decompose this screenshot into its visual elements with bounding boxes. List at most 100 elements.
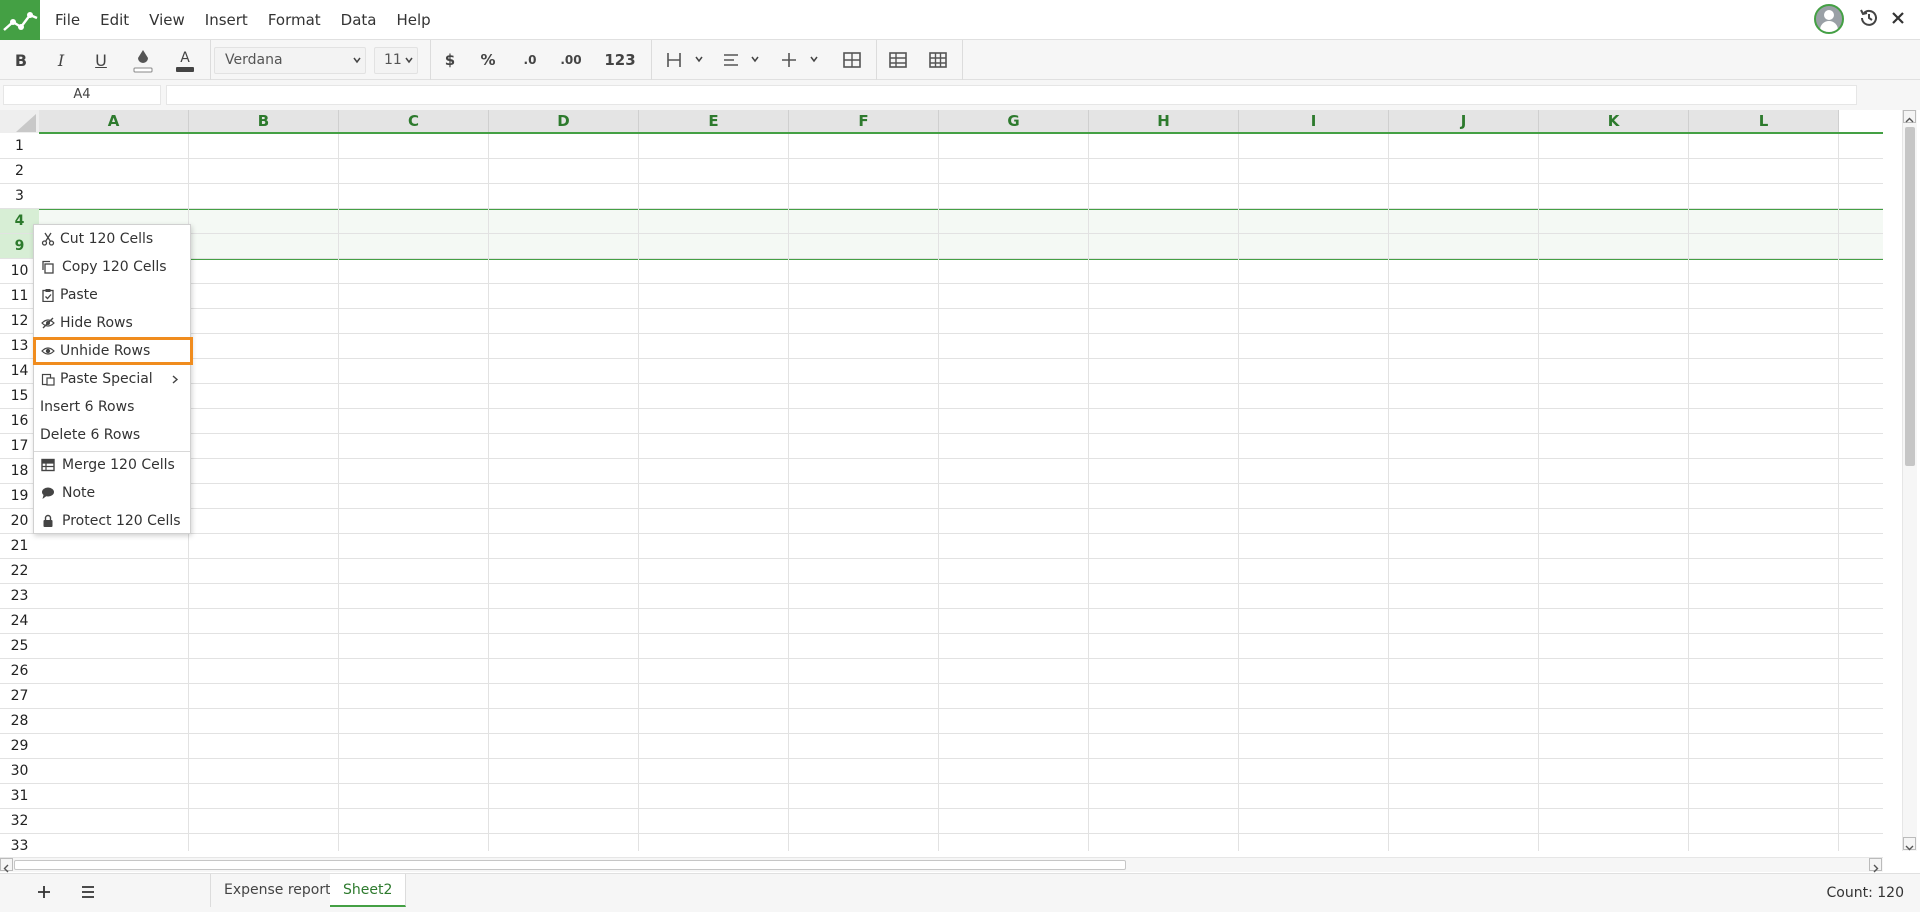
column-header[interactable]: J [1389, 110, 1539, 133]
menu-edit[interactable]: Edit [90, 0, 139, 40]
currency-format-button[interactable]: $ [438, 44, 462, 76]
ctx-note[interactable]: Note [35, 481, 191, 505]
font-family-select[interactable]: Verdana [214, 47, 366, 74]
horizontal-scrollbar[interactable] [0, 857, 1883, 873]
percent-format-button[interactable]: % [475, 44, 501, 76]
menu-format[interactable]: Format [258, 0, 331, 40]
select-all-corner[interactable] [0, 110, 39, 133]
font-size-select[interactable]: 11 [374, 47, 418, 74]
vertical-align-button[interactable] [776, 44, 824, 76]
menu-help[interactable]: Help [387, 0, 441, 40]
column-header[interactable]: F [789, 110, 939, 133]
ctx-hide-rows[interactable]: Hide Rows [35, 311, 191, 335]
grid-row-line [39, 383, 1883, 384]
merge-cells-icon [843, 52, 861, 68]
borders-button[interactable] [662, 44, 708, 76]
table-style-button[interactable] [922, 44, 954, 76]
user-avatar[interactable] [1814, 4, 1844, 34]
menu-file[interactable]: File [45, 0, 90, 40]
row-header[interactable]: 30 [0, 759, 39, 784]
scroll-down-arrow[interactable] [1903, 837, 1916, 851]
column-header[interactable]: C [339, 110, 489, 133]
row-header[interactable]: 23 [0, 584, 39, 609]
column-header[interactable]: E [639, 110, 789, 133]
ctx-paste[interactable]: Paste [35, 283, 191, 307]
formula-input[interactable] [166, 85, 1857, 105]
number-format-button[interactable]: 123 [600, 44, 640, 76]
italic-button[interactable]: I [48, 44, 74, 76]
cell-reference-box[interactable]: A4 [3, 85, 161, 105]
lock-icon [43, 514, 53, 527]
column-header[interactable]: K [1539, 110, 1689, 133]
row-header[interactable]: 31 [0, 784, 39, 809]
spreadsheet-grid: ABCDEFGHIJKL 1 2 3 4 9 10 11 12 13 14 15 16 17 18 19 20… [0, 110, 1883, 851]
sheet-tab-sheet2[interactable]: Sheet2 [330, 874, 407, 907]
decrease-decimal-label: .0 [523, 53, 537, 67]
font-size-value: 11 [384, 52, 402, 68]
row-header[interactable]: 3 [0, 184, 39, 209]
eye-slash-icon [41, 317, 55, 329]
column-header[interactable]: D [489, 110, 639, 133]
row-header[interactable]: 29 [0, 734, 39, 759]
decrease-decimal-button[interactable]: .0 [515, 44, 545, 76]
underline-button[interactable]: U [88, 44, 114, 76]
ctx-protect-cells[interactable]: Protect 120 Cells [35, 509, 191, 533]
row-header[interactable]: 27 [0, 684, 39, 709]
ctx-unhide-rows[interactable]: Unhide Rows [33, 337, 193, 365]
row-header[interactable]: 21 [0, 534, 39, 559]
ctx-cut[interactable]: Cut 120 Cells [35, 227, 191, 251]
ctx-copy[interactable]: Copy 120 Cells [35, 255, 191, 279]
increase-decimal-button[interactable]: .00 [555, 44, 587, 76]
ctx-insert-rows[interactable]: Insert 6 Rows [35, 395, 191, 419]
add-sheet-icon[interactable] [34, 882, 54, 902]
column-header[interactable]: I [1239, 110, 1389, 133]
menu-insert[interactable]: Insert [195, 0, 258, 40]
row-header[interactable]: 22 [0, 559, 39, 584]
ctx-merge-cells[interactable]: Merge 120 Cells [35, 453, 191, 477]
cell-area[interactable] [39, 134, 1883, 851]
grid-row-line [39, 408, 1883, 409]
history-icon[interactable] [1857, 6, 1881, 30]
ctx-paste-special[interactable]: Paste Special [35, 367, 191, 391]
merge-cells-button[interactable] [836, 44, 868, 76]
vertical-scrollbar[interactable] [1902, 110, 1917, 851]
sheet-tab-expense-report[interactable]: Expense report [210, 874, 345, 907]
sheet-list-icon[interactable] [78, 882, 98, 902]
row-header[interactable]: 1 [0, 134, 39, 159]
scroll-up-arrow[interactable] [1903, 110, 1916, 123]
align-button[interactable] [718, 44, 764, 76]
horizontal-scroll-thumb[interactable] [14, 860, 1126, 870]
vertical-scroll-thumb[interactable] [1905, 127, 1915, 466]
row-header[interactable]: 25 [0, 634, 39, 659]
menu-view[interactable]: View [139, 0, 195, 40]
row-header[interactable]: 32 [0, 809, 39, 834]
row-header[interactable]: 33 [0, 834, 39, 851]
column-header[interactable]: B [189, 110, 339, 133]
ctx-delete-rows-label: Delete 6 Rows [40, 427, 141, 443]
insert-table-button[interactable] [882, 44, 914, 76]
table-icon [889, 52, 907, 68]
scroll-left-arrow[interactable] [0, 858, 13, 873]
toolbar-divider [430, 40, 431, 80]
menu-data[interactable]: Data [331, 0, 387, 40]
column-header[interactable]: H [1089, 110, 1239, 133]
row-header[interactable]: 24 [0, 609, 39, 634]
column-header[interactable]: L [1689, 110, 1839, 133]
row-header[interactable]: 28 [0, 709, 39, 734]
column-header[interactable]: A [39, 110, 189, 133]
ctx-delete-rows[interactable]: Delete 6 Rows [35, 423, 191, 447]
scroll-right-arrow[interactable] [1869, 858, 1882, 873]
bold-button[interactable]: B [8, 44, 34, 76]
grid-row-line [39, 558, 1883, 559]
column-header[interactable]: G [939, 110, 1089, 133]
ctx-paste-label: Paste [60, 287, 98, 303]
text-color-icon[interactable]: A [172, 44, 198, 76]
grid-row-line [39, 458, 1883, 459]
close-icon[interactable] [1886, 6, 1910, 30]
font-family-value: Verdana [225, 52, 283, 68]
fill-color-icon[interactable] [130, 44, 156, 76]
grid-row-line [39, 358, 1883, 359]
row-header[interactable]: 2 [0, 159, 39, 184]
grid-column-line [1388, 134, 1389, 851]
row-header[interactable]: 26 [0, 659, 39, 684]
